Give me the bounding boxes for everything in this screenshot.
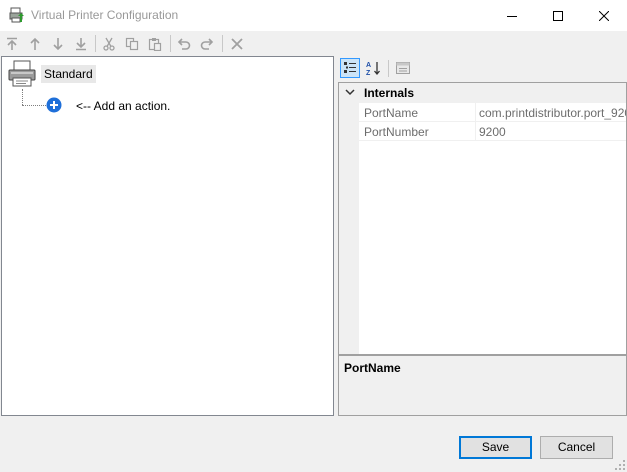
delete-icon [231,38,243,50]
minimize-icon [507,15,517,17]
move-top-button[interactable] [2,34,22,54]
chevron-down-icon[interactable] [345,87,355,97]
paste-button[interactable] [145,34,165,54]
main-toolbar [0,31,627,56]
description-title: PortName [344,361,401,375]
window-title: Virtual Printer Configuration [31,8,179,22]
close-icon [599,10,609,21]
categorized-icon [344,62,356,73]
tree-node-label: Standard [41,65,96,83]
toolbar-separator [222,35,223,52]
paste-icon [148,38,162,51]
move-down-icon [53,38,63,51]
tree-node-standard[interactable]: Standard [7,59,96,89]
category-row-internals[interactable]: Internals [339,83,626,103]
printer-icon [8,60,36,87]
copy-button[interactable] [122,34,142,54]
redo-icon [200,38,214,50]
close-button[interactable] [581,0,627,31]
tree-connector [22,105,46,106]
categorized-button[interactable] [340,58,360,78]
property-description-panel: PortName [338,355,627,416]
property-grid: Internals PortName com.printdistributor.… [338,82,627,355]
redo-button[interactable] [197,34,217,54]
column-divider[interactable] [475,103,476,122]
maximize-button[interactable] [535,0,581,31]
property-pages-icon [396,62,410,74]
move-up-button[interactable] [25,34,45,54]
alphabetical-icon: A Z [366,62,380,76]
delete-button[interactable] [227,34,247,54]
svg-text:A: A [366,62,371,69]
column-divider[interactable] [475,122,476,141]
properties-toolbar: A Z [338,56,626,81]
maximize-icon [553,10,563,21]
add-action-label[interactable]: <-- Add an action. [76,99,170,113]
resize-grip-icon[interactable] [615,460,625,470]
row-divider [359,140,626,141]
copy-icon [125,37,139,51]
move-up-icon [30,37,40,50]
svg-text:Z: Z [366,70,371,76]
undo-icon [177,38,191,50]
toolbar-separator [388,60,389,77]
move-bottom-button[interactable] [71,34,91,54]
cancel-button[interactable]: Cancel [540,436,613,459]
property-value[interactable]: 9200 [479,125,506,139]
minimize-button[interactable] [489,0,535,31]
row-gutter [339,122,359,141]
row-gutter [339,103,359,122]
action-tree[interactable]: Standard <-- Add an action. [1,56,334,416]
property-row[interactable]: PortName com.printdistributor.port_9200 [339,103,626,122]
toolbar-separator [170,35,171,52]
add-action-icon[interactable] [46,97,62,113]
property-value[interactable]: com.printdistributor.port_9200 [479,106,626,120]
property-name: PortName [364,106,419,120]
app-printer-icon [9,7,24,23]
property-row[interactable]: PortNumber 9200 [339,122,626,141]
alphabetical-button[interactable]: A Z [363,58,383,78]
property-pages-button[interactable] [393,58,413,78]
cut-icon [103,37,115,51]
category-label: Internals [364,86,415,100]
title-bar: Virtual Printer Configuration [0,0,627,31]
save-button[interactable]: Save [459,436,532,459]
row-gutter [339,141,359,354]
move-down-button[interactable] [48,34,68,54]
toolbar-separator [95,35,96,52]
move-bottom-icon [76,38,86,51]
property-name: PortNumber [364,125,429,139]
undo-button[interactable] [174,34,194,54]
move-top-icon [7,37,17,50]
cut-button[interactable] [99,34,119,54]
tree-connector [22,89,23,105]
